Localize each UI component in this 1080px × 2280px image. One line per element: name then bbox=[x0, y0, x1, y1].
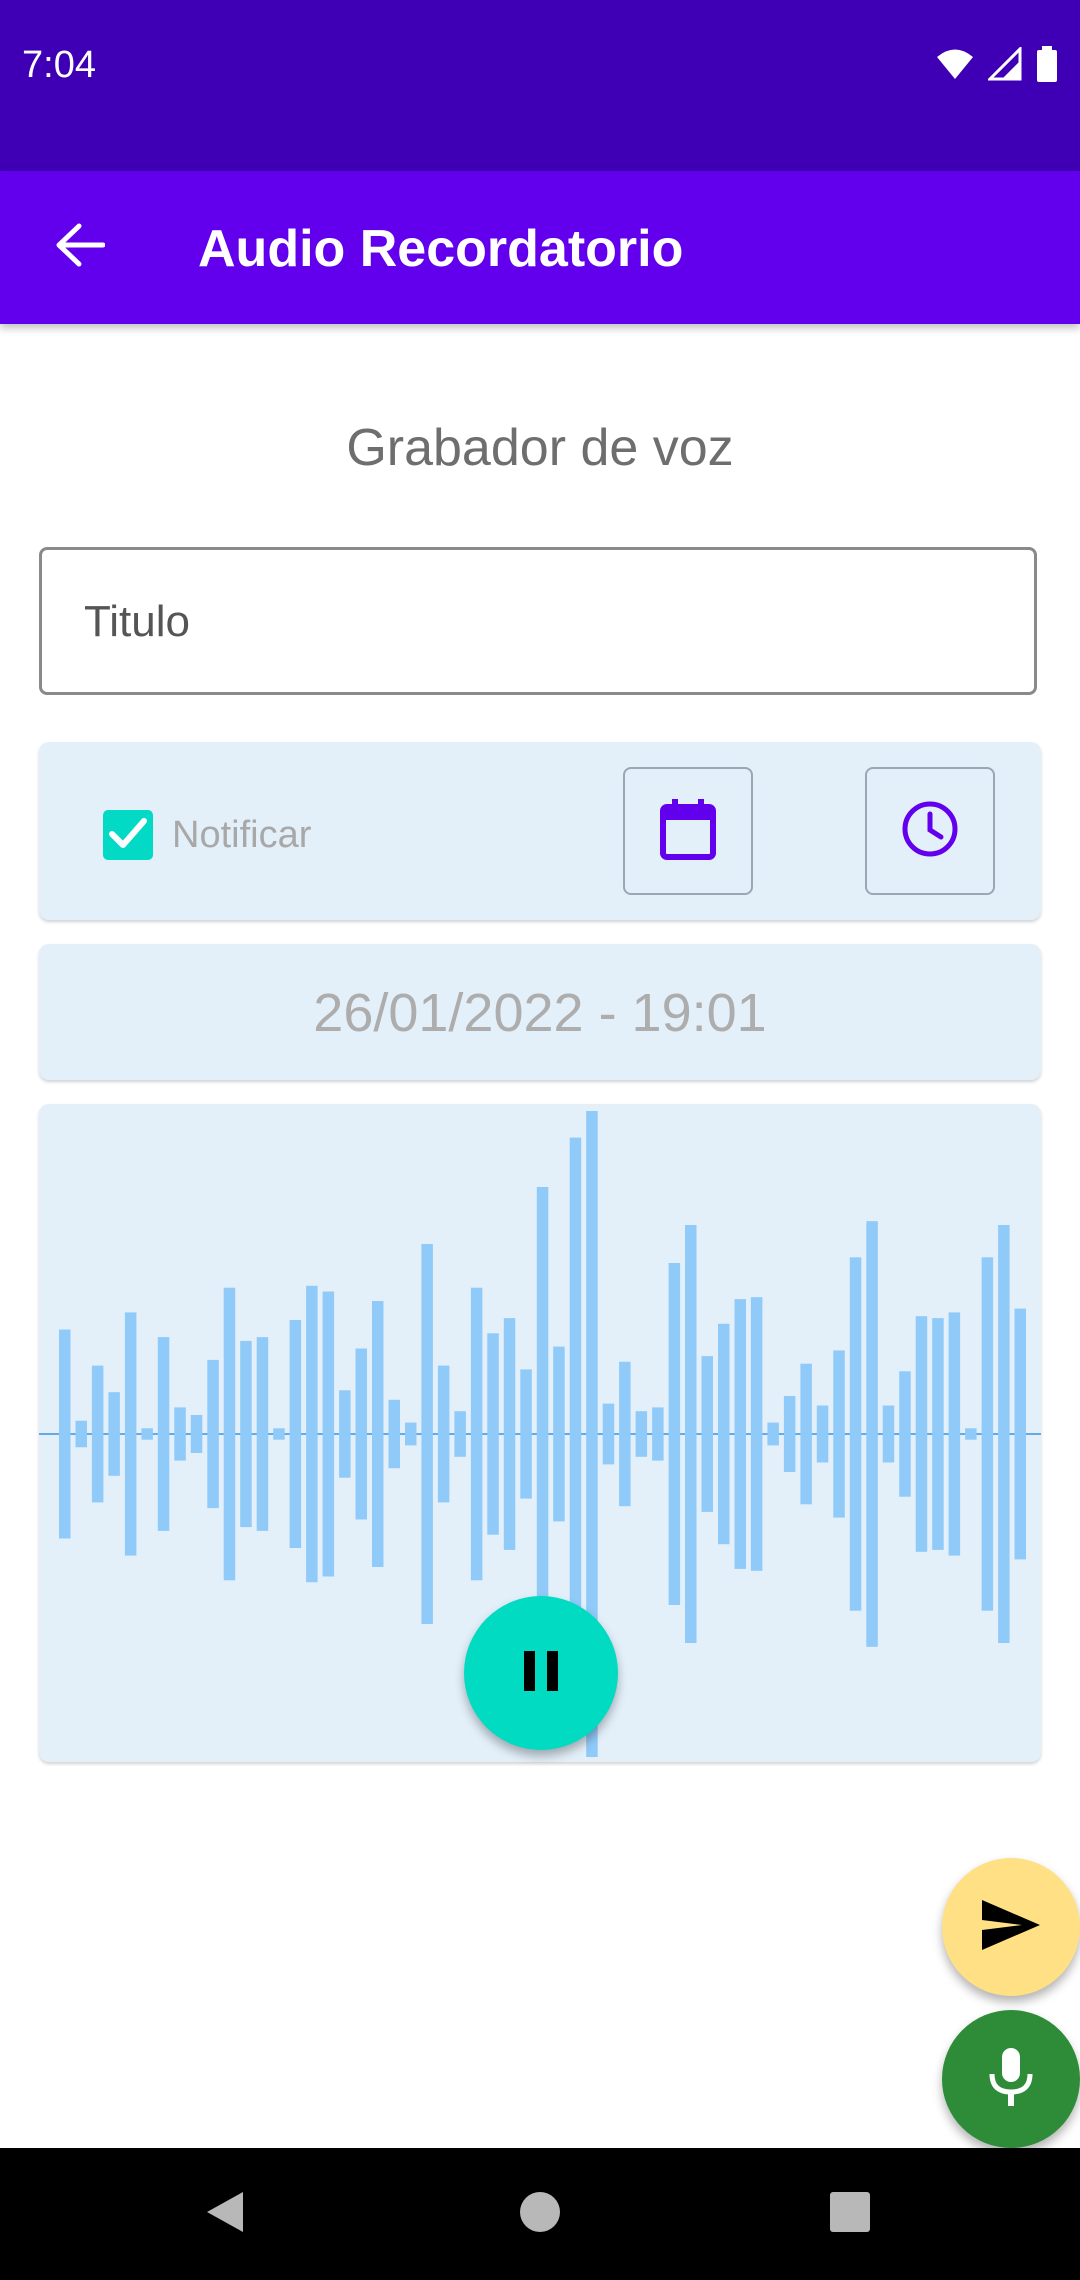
wifi-icon bbox=[936, 48, 974, 85]
waveform-bar bbox=[437, 1365, 450, 1503]
back-button[interactable] bbox=[40, 207, 120, 287]
waveform-bar bbox=[405, 1422, 417, 1446]
title-field[interactable] bbox=[39, 547, 1037, 695]
waveform-bar bbox=[470, 1287, 483, 1581]
waveform-bar bbox=[718, 1323, 730, 1545]
waveform-bar bbox=[306, 1285, 318, 1583]
waveform-bar bbox=[783, 1396, 796, 1472]
waveform-bar bbox=[981, 1257, 994, 1611]
waveform-bar bbox=[750, 1297, 763, 1571]
arrow-back-icon bbox=[55, 223, 106, 272]
waveform-bar bbox=[372, 1301, 384, 1567]
waveform-bar bbox=[289, 1320, 302, 1548]
waveform-bar bbox=[932, 1318, 944, 1550]
mic-icon bbox=[986, 2046, 1036, 2113]
section-title: Grabador de voz bbox=[346, 419, 734, 477]
signal-icon bbox=[986, 44, 1022, 86]
waveform-bar bbox=[141, 1428, 153, 1440]
waveform-bar bbox=[948, 1312, 961, 1556]
waveform-bar bbox=[619, 1361, 631, 1507]
notify-label: Notificar bbox=[172, 814, 312, 856]
waveform-bar bbox=[701, 1356, 713, 1512]
waveform-bar bbox=[685, 1225, 697, 1643]
nav-home-icon bbox=[518, 2190, 562, 2239]
nav-recents-button[interactable] bbox=[810, 2174, 890, 2254]
waveform-bar bbox=[240, 1340, 252, 1528]
waveform-bar bbox=[882, 1405, 895, 1463]
status-icons bbox=[936, 44, 1058, 87]
waveform-bar bbox=[339, 1390, 351, 1478]
waveform-bar bbox=[668, 1263, 681, 1605]
waveform-bar bbox=[734, 1299, 746, 1569]
pause-button[interactable] bbox=[464, 1596, 618, 1750]
waveform-bar bbox=[75, 1420, 87, 1448]
waveform-bar bbox=[965, 1428, 977, 1440]
waveform-bar bbox=[1014, 1308, 1026, 1560]
waveform-bar bbox=[174, 1407, 186, 1461]
app-bar: Audio Recordatorio bbox=[0, 171, 1080, 324]
waveform-bar bbox=[207, 1359, 219, 1509]
waveform-bar bbox=[388, 1399, 400, 1469]
record-button[interactable] bbox=[942, 2010, 1080, 2148]
waveform-bar bbox=[866, 1221, 878, 1647]
waveform-bar bbox=[816, 1405, 829, 1463]
waveform-bar bbox=[91, 1365, 104, 1503]
waveform-bar bbox=[635, 1411, 648, 1457]
status-bar: 7:04 bbox=[0, 0, 1080, 171]
nav-recents-icon bbox=[828, 2190, 872, 2239]
datetime-text: 26/01/2022 - 19:01 bbox=[313, 983, 767, 1043]
waveform-bar bbox=[421, 1244, 433, 1624]
waveform-bar bbox=[322, 1291, 335, 1577]
pause-icon bbox=[521, 1649, 561, 1698]
send-icon bbox=[980, 1898, 1042, 1957]
waveform-bar bbox=[767, 1422, 779, 1446]
waveform-bar bbox=[520, 1369, 532, 1499]
waveform-bar bbox=[800, 1363, 812, 1505]
waveform-bar bbox=[899, 1371, 911, 1497]
nav-back-button[interactable] bbox=[185, 2174, 265, 2254]
waveform-bar bbox=[652, 1407, 664, 1461]
title-input[interactable] bbox=[82, 550, 986, 694]
waveform-bar bbox=[355, 1348, 367, 1520]
waveform-bar bbox=[124, 1312, 137, 1556]
notify-checkbox[interactable] bbox=[103, 810, 153, 860]
notify-card: Notificar bbox=[39, 742, 1041, 920]
waveform-bar bbox=[454, 1411, 466, 1457]
waveform-bar bbox=[157, 1337, 170, 1531]
waveform-bar bbox=[487, 1333, 499, 1535]
waveform-bar bbox=[915, 1316, 928, 1552]
time-picker-button[interactable] bbox=[865, 767, 995, 895]
navigation-bar bbox=[0, 2148, 1080, 2280]
calendar-icon bbox=[659, 798, 717, 865]
waveform-bar bbox=[223, 1287, 236, 1581]
datetime-card: 26/01/2022 - 19:01 bbox=[39, 944, 1041, 1080]
page-title: Audio Recordatorio bbox=[198, 220, 684, 278]
waveform-bar bbox=[998, 1225, 1010, 1643]
check-icon bbox=[108, 816, 148, 855]
nav-home-button[interactable] bbox=[500, 2174, 580, 2254]
waveform-bar bbox=[273, 1428, 285, 1440]
status-time: 7:04 bbox=[22, 44, 96, 86]
waveform-bar bbox=[256, 1337, 269, 1531]
waveform-bar bbox=[59, 1329, 71, 1539]
waveform-bar bbox=[553, 1346, 565, 1522]
waveform-bar bbox=[503, 1318, 516, 1550]
clock-icon bbox=[901, 800, 959, 863]
waveform-bar bbox=[849, 1257, 862, 1611]
nav-back-icon bbox=[203, 2188, 247, 2241]
waveform-bar bbox=[190, 1415, 203, 1453]
waveform-bar bbox=[833, 1350, 845, 1518]
date-picker-button[interactable] bbox=[623, 767, 753, 895]
battery-icon bbox=[1036, 45, 1058, 87]
send-button[interactable] bbox=[942, 1858, 1080, 1996]
waveform-bar bbox=[602, 1403, 615, 1465]
waveform-bar bbox=[108, 1392, 120, 1476]
